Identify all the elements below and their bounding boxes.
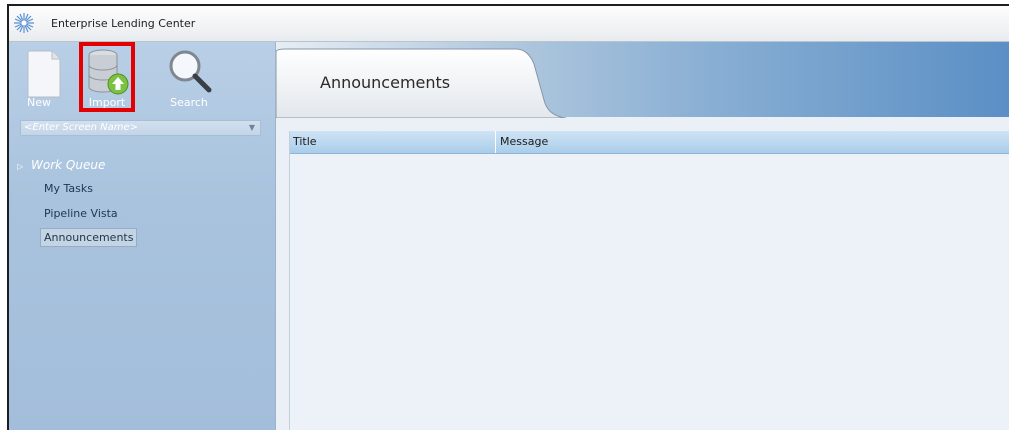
magnifier-icon xyxy=(169,50,212,93)
grid-header: Title Message xyxy=(290,131,1009,154)
tab-strip: Announcements xyxy=(276,42,1009,118)
new-button[interactable]: New xyxy=(17,42,77,112)
search-button[interactable]: Search xyxy=(159,42,219,112)
screen-name-placeholder: <Enter Screen Name> xyxy=(24,122,139,133)
app-window: Enterprise Lending Center New Import Sea… xyxy=(7,4,1009,430)
expand-triangle-icon[interactable]: ▷ xyxy=(17,162,31,171)
announcements-grid: Title Message xyxy=(289,131,1009,430)
nav-group-label: Work Queue xyxy=(31,158,106,172)
nav-item-announcements[interactable]: Announcements xyxy=(40,228,138,247)
grid-body xyxy=(290,154,1009,430)
nav-group-work-queue[interactable]: ▷ Work Queue xyxy=(17,158,105,172)
chevron-down-icon[interactable]: ▼ xyxy=(249,123,255,132)
import-button-label: Import xyxy=(88,96,126,109)
new-document-icon xyxy=(27,50,61,98)
title-bar: Enterprise Lending Center xyxy=(9,6,1009,42)
sidebar: New Import Search <Enter Screen Name> ▼ … xyxy=(9,42,276,430)
nav-item-my-tasks[interactable]: My Tasks xyxy=(41,180,96,197)
database-import-icon xyxy=(88,49,129,95)
search-button-label: Search xyxy=(170,96,208,109)
sunburst-logo-icon xyxy=(14,13,34,33)
new-button-label: New xyxy=(27,96,51,109)
nav-item-pipeline-vista[interactable]: Pipeline Vista xyxy=(41,205,121,222)
tab-announcements[interactable]: Announcements xyxy=(320,73,450,92)
import-button[interactable]: Import xyxy=(77,42,137,112)
column-header-title[interactable]: Title xyxy=(290,131,496,153)
app-title: Enterprise Lending Center xyxy=(51,17,196,30)
column-header-message[interactable]: Message xyxy=(496,131,548,153)
main-panel: Announcements Title Message xyxy=(276,42,1009,430)
screen-name-combobox[interactable]: <Enter Screen Name> ▼ xyxy=(20,120,261,136)
